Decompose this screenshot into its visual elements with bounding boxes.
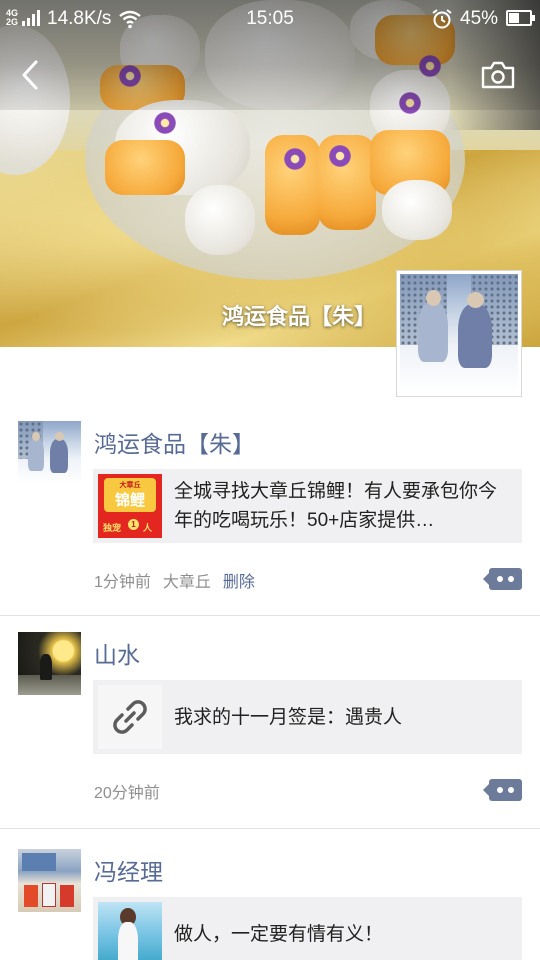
post-time: 20分钟前 xyxy=(94,785,160,802)
avatar-bucket xyxy=(60,885,74,907)
back-button[interactable] xyxy=(14,58,48,92)
avatar-map xyxy=(22,853,56,871)
avatar-image xyxy=(400,274,518,393)
link-icon xyxy=(113,700,147,734)
link-title: 做人，一定要有情有义！ xyxy=(174,923,384,945)
thumb-number: 1 xyxy=(128,519,139,530)
cover-flower xyxy=(280,148,310,170)
avatar[interactable] xyxy=(18,421,81,484)
avatar[interactable] xyxy=(18,632,81,695)
wolf-silhouette xyxy=(40,654,52,680)
child-figure xyxy=(458,292,492,368)
clock-time: 15:05 xyxy=(246,8,294,29)
thumb-tag: 独宠 xyxy=(103,523,122,533)
moment-item: 山水 我求的十一月签是：遇贵人 20分钟前 xyxy=(0,616,540,829)
username[interactable]: 鸿运食品【朱】 xyxy=(94,425,255,459)
thumb-title: 锦鲤 xyxy=(114,492,145,509)
link-card[interactable]: 我求的十一月签是：遇贵人 xyxy=(93,680,522,754)
moment-meta: 20分钟前 xyxy=(94,779,172,803)
post-location[interactable]: 大章丘 xyxy=(163,574,211,591)
child-figure xyxy=(418,290,448,362)
link-card[interactable]: 做人，一定要有情有义！ xyxy=(93,897,522,960)
battery-icon xyxy=(506,10,535,26)
profile-avatar[interactable] xyxy=(396,270,522,397)
moment-item: 鸿运食品【朱】 大章丘 锦鲤 独宠 1 人 全城寻找大章丘锦鲤！有人要承包你今年… xyxy=(0,405,540,616)
avatar-bucket xyxy=(24,885,38,907)
link-title: 我求的十一月签是：遇贵人 xyxy=(174,706,403,728)
username[interactable]: 冯经理 xyxy=(94,853,163,887)
link-thumbnail xyxy=(98,685,162,749)
cover-flower xyxy=(325,145,355,167)
cover-flower xyxy=(150,112,180,134)
thumb-tag: 人 xyxy=(143,523,153,533)
moment-item: 冯经理 做人，一定要有情有义！ xyxy=(0,829,540,960)
moments-feed: 鸿运食品【朱】 大章丘 锦鲤 独宠 1 人 全城寻找大章丘锦鲤！有人要承包你今年… xyxy=(0,405,540,960)
cover-pig-bun xyxy=(185,185,255,255)
cover-username[interactable]: 鸿运食品【朱】 xyxy=(0,299,376,331)
comment-button[interactable] xyxy=(483,779,522,801)
username[interactable]: 山水 xyxy=(94,636,140,670)
cover-ingot xyxy=(105,140,185,195)
moment-meta: 1分钟前 大章丘 删除 xyxy=(94,568,267,592)
person-dress xyxy=(118,922,138,960)
avatar-bucket xyxy=(42,883,56,907)
link-thumbnail xyxy=(98,902,162,960)
link-title: 全城寻找大章丘锦鲤！有人要承包你今年的吃喝玩乐！50+店家提供… xyxy=(174,481,498,531)
comment-button[interactable] xyxy=(483,568,522,590)
link-card[interactable]: 大章丘 锦鲤 独宠 1 人 全城寻找大章丘锦鲤！有人要承包你今年的吃喝玩乐！50… xyxy=(93,469,522,543)
delete-button[interactable]: 删除 xyxy=(223,574,255,591)
link-thumbnail: 大章丘 锦鲤 独宠 1 人 xyxy=(98,474,162,538)
status-bar: 4G 2G 14.8K/s 15:05 45% xyxy=(0,0,540,38)
cover-pig-bun xyxy=(382,180,452,240)
alarm-icon xyxy=(432,9,452,29)
avatar[interactable] xyxy=(18,849,81,912)
battery-percent: 45% xyxy=(460,8,499,29)
post-time: 1分钟前 xyxy=(94,574,151,591)
camera-button[interactable] xyxy=(480,60,516,90)
